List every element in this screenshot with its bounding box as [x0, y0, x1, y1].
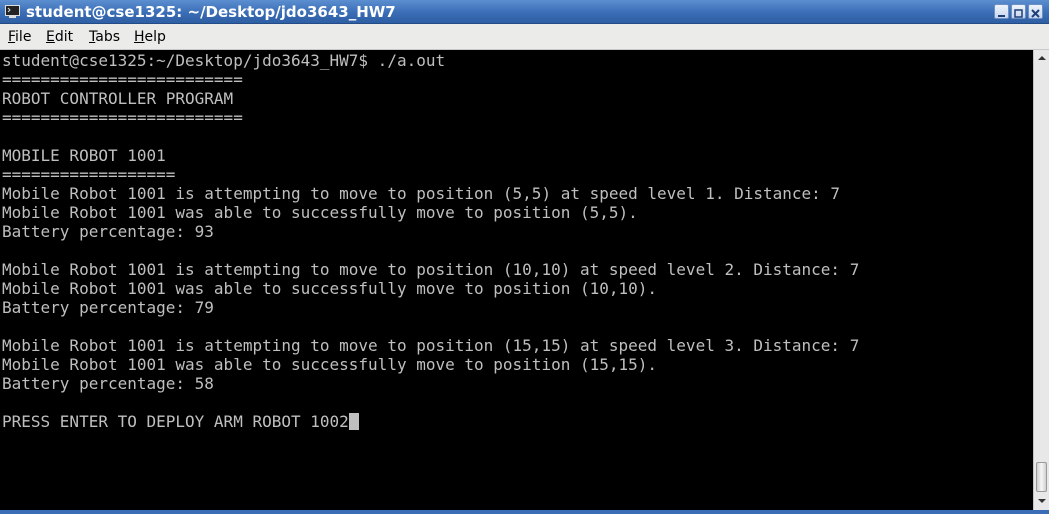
terminal-line: ========================= — [2, 108, 243, 127]
menu-edit[interactable]: Edit — [46, 28, 73, 46]
terminal-prompt-text: PRESS ENTER TO DEPLOY ARM ROBOT 1002 — [2, 412, 349, 431]
scrollbar-thumb[interactable] — [1036, 462, 1047, 492]
menu-file-label: ile — [15, 29, 32, 45]
terminal-line: Mobile Robot 1001 is attempting to move … — [2, 184, 841, 203]
menu-help[interactable]: Help — [134, 28, 166, 46]
menu-file-mnemonic: F — [8, 29, 16, 45]
minimize-icon — [998, 15, 1005, 17]
maximize-icon — [1014, 9, 1023, 18]
terminal-line: ========================= — [2, 70, 243, 89]
window-bottom-border — [0, 510, 1049, 514]
window-title: student@cse1325: ~/Desktop/jdo3643_HW7 — [26, 3, 396, 21]
terminal-line: Battery percentage: 58 — [2, 374, 214, 393]
terminal-icon — [5, 5, 20, 18]
terminal-line: ================== — [2, 165, 176, 184]
menu-edit-label: dit — [54, 29, 74, 45]
terminal-prompt-line: PRESS ENTER TO DEPLOY ARM ROBOT 1002 — [2, 412, 359, 431]
title-bar[interactable]: student@cse1325: ~/Desktop/jdo3643_HW7 — [0, 0, 1049, 24]
close-icon — [1031, 9, 1040, 18]
scroll-down-button[interactable] — [1035, 494, 1049, 508]
minimize-button[interactable] — [994, 4, 1009, 19]
terminal-line: Mobile Robot 1001 was able to successful… — [2, 279, 658, 298]
terminal-line: ROBOT CONTROLLER PROGRAM — [2, 89, 234, 108]
menu-bar: File Edit Tabs Help — [0, 24, 1049, 50]
terminal-output[interactable]: student@cse1325:~/Desktop/jdo3643_HW7$ .… — [0, 50, 1033, 510]
menu-help-label: elp — [144, 29, 166, 45]
menu-edit-mnemonic: E — [46, 29, 55, 45]
terminal-line: student@cse1325:~/Desktop/jdo3643_HW7$ .… — [2, 51, 446, 70]
maximize-button[interactable] — [1011, 4, 1026, 19]
terminal-line: Battery percentage: 79 — [2, 298, 214, 317]
text-cursor — [348, 413, 359, 430]
terminal-line: Mobile Robot 1001 is attempting to move … — [2, 260, 860, 279]
terminal-line: Mobile Robot 1001 is attempting to move … — [2, 336, 860, 355]
vertical-scrollbar[interactable] — [1033, 50, 1049, 510]
terminal-line: Battery percentage: 93 — [2, 222, 214, 241]
terminal-line: Mobile Robot 1001 was able to successful… — [2, 203, 638, 222]
menu-help-mnemonic: H — [134, 29, 145, 45]
menu-file[interactable]: File — [8, 28, 31, 46]
scroll-up-button[interactable] — [1035, 51, 1049, 65]
close-button[interactable] — [1028, 4, 1043, 19]
arrow-down-icon — [1038, 499, 1046, 503]
arrow-up-icon — [1038, 56, 1046, 60]
menu-tabs-label: abs — [95, 29, 120, 45]
terminal-line: Mobile Robot 1001 was able to successful… — [2, 355, 658, 374]
terminal-line: MOBILE ROBOT 1001 — [2, 146, 166, 165]
menu-tabs[interactable]: Tabs — [89, 28, 120, 46]
